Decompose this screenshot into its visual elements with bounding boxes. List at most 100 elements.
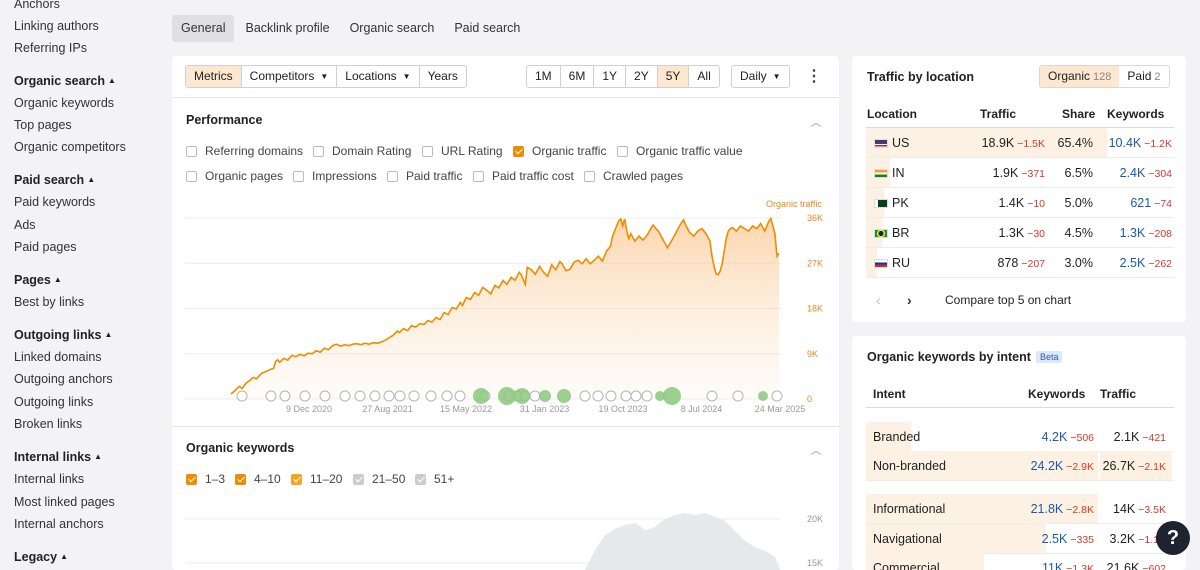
sidebar-item-organic-keywords[interactable]: Organic keywords — [14, 96, 114, 110]
legend-position-11-20[interactable]: 11–20 — [291, 472, 342, 486]
organic-toggle[interactable]: Organic 128 — [1040, 66, 1120, 87]
sidebar-item-linking-authors[interactable]: Linking authors — [14, 19, 99, 33]
metric-crawled-pages[interactable]: Crawled pages — [584, 169, 683, 183]
location-row[interactable]: PK 1.4K −10 5.0% 621 −74 — [866, 188, 1174, 218]
col-share[interactable]: Share — [1062, 107, 1095, 121]
tab-general[interactable]: General — [172, 15, 235, 42]
legend-position-4-10[interactable]: 4–10 — [235, 472, 281, 486]
sidebar-section-pages[interactable]: Pages ▲ — [14, 273, 62, 287]
keywords-link[interactable]: 11K — [1042, 561, 1063, 570]
intent-row[interactable]: Navigational 2.5K −335 3.2K −1.1K — [866, 524, 1174, 554]
paid-toggle[interactable]: Paid 2 — [1119, 66, 1168, 87]
help-button[interactable]: ? — [1156, 521, 1190, 555]
range-1y-button[interactable]: 1Y — [594, 66, 627, 87]
range-1m-button[interactable]: 1M — [527, 66, 561, 87]
col-location[interactable]: Location — [867, 107, 917, 121]
tab-paid-search[interactable]: Paid search — [445, 15, 529, 42]
keywords-link[interactable]: 24.2K — [1031, 459, 1064, 473]
range-5y-button[interactable]: 5Y — [657, 66, 690, 87]
chevron-up-icon[interactable]: ︿ — [811, 442, 821, 457]
sidebar-item-paid-keywords[interactable]: Paid keywords — [14, 195, 95, 209]
sidebar-section-organic-search[interactable]: Organic search ▲ — [14, 74, 116, 88]
metric-organic-traffic-value[interactable]: Organic traffic value — [617, 144, 743, 158]
range-6m-button[interactable]: 6M — [561, 66, 595, 87]
sidebar-item-ads[interactable]: Ads — [14, 218, 36, 232]
metric-paid-traffic[interactable]: Paid traffic — [387, 169, 462, 183]
flag-icon — [874, 229, 888, 238]
tab-backlink-profile[interactable]: Backlink profile — [236, 15, 338, 42]
col-intent[interactable]: Intent — [873, 387, 906, 401]
sidebar-section-outgoing-links[interactable]: Outgoing links ▲ — [14, 328, 112, 342]
metric-url-rating[interactable]: URL Rating — [422, 144, 503, 158]
sidebar-item-internal-anchors[interactable]: Internal anchors — [14, 517, 104, 531]
col-keywords[interactable]: Keywords — [1107, 107, 1164, 121]
sidebar-item-best-by-links[interactable]: Best by links — [14, 295, 84, 309]
metric-paid-traffic-cost[interactable]: Paid traffic cost — [473, 169, 574, 183]
location-row[interactable]: BR 1.3K −30 4.5% 1.3K −208 — [866, 218, 1174, 248]
sidebar-item-outgoing-anchors[interactable]: Outgoing anchors — [14, 372, 113, 386]
legend-position-51-plus[interactable]: 51+ — [415, 472, 454, 486]
sidebar-item-outgoing-links[interactable]: Outgoing links — [14, 395, 93, 409]
col-intent-traffic[interactable]: Traffic — [1100, 387, 1136, 401]
chevron-up-icon[interactable]: ︿ — [811, 114, 821, 129]
metric-domain-rating[interactable]: Domain Rating — [313, 144, 411, 158]
sidebar-item-most-linked-pages[interactable]: Most linked pages — [14, 495, 115, 509]
col-intent-keywords[interactable]: Keywords — [1028, 387, 1085, 401]
more-options-icon[interactable]: ⋮ — [806, 66, 822, 86]
sidebar-item-organic-competitors[interactable]: Organic competitors — [14, 140, 126, 154]
intent-traffic: 14K −3.5K — [1113, 502, 1166, 516]
location-row[interactable]: RU 878 −207 3.0% 2.5K −262 — [866, 248, 1174, 278]
keywords-delta: −304 — [1148, 168, 1172, 180]
sidebar-section-internal-links[interactable]: Internal links ▲ — [14, 450, 102, 464]
intent-label: Non-branded — [873, 459, 946, 473]
col-traffic[interactable]: Traffic — [980, 107, 1016, 121]
sidebar-item-internal-links[interactable]: Internal links — [14, 472, 84, 486]
competitors-dropdown[interactable]: Competitors ▼ — [242, 66, 338, 87]
sidebar-item-anchors[interactable]: Anchors — [14, 0, 60, 11]
location-share: 5.0% — [1064, 196, 1094, 210]
checkbox-checked-icon — [235, 473, 246, 485]
prev-page-icon[interactable]: ‹ — [876, 292, 881, 308]
tab-organic-search[interactable]: Organic search — [341, 15, 444, 42]
location-row[interactable]: US 18.9K −1.5K 65.4% 10.4K −1.2K — [866, 128, 1174, 158]
range-2y-button[interactable]: 2Y — [626, 66, 658, 87]
sidebar-section-paid-search[interactable]: Paid search ▲ — [14, 173, 95, 187]
keywords-link[interactable]: 1.3K — [1120, 226, 1146, 240]
keywords-link[interactable]: 621 — [1130, 196, 1151, 210]
legend-position-21-50[interactable]: 21–50 — [353, 472, 405, 486]
intent-row[interactable]: Informational 21.8K −2.8K 14K −3.5K — [866, 494, 1174, 524]
metric-impressions[interactable]: Impressions — [293, 169, 377, 183]
traffic-value: 878 — [997, 256, 1019, 270]
keywords-link[interactable]: 2.5K — [1042, 532, 1068, 546]
metric-organic-pages[interactable]: Organic pages — [186, 169, 283, 183]
metric-label: Organic traffic value — [636, 144, 743, 158]
intent-row[interactable]: Branded 4.2K −506 2.1K −421 — [866, 422, 1174, 452]
next-page-icon[interactable]: › — [907, 292, 912, 308]
interval-dropdown[interactable]: Daily ▼ — [731, 65, 790, 88]
sidebar-item-top-pages[interactable]: Top pages — [14, 118, 72, 132]
metric-organic-traffic[interactable]: Organic traffic — [513, 144, 606, 158]
sidebar-section-legacy[interactable]: Legacy ▲ — [14, 550, 68, 564]
sidebar-item-broken-links[interactable]: Broken links — [14, 417, 82, 431]
years-button[interactable]: Years — [420, 66, 466, 87]
range-all-button[interactable]: All — [689, 66, 718, 87]
locations-dropdown[interactable]: Locations ▼ — [337, 66, 420, 87]
metric-referring-domains[interactable]: Referring domains — [186, 144, 303, 158]
traffic-delta: −2.1K — [1138, 461, 1166, 473]
location-row[interactable]: IN 1.9K −371 6.5% 2.4K −304 — [866, 158, 1174, 188]
sidebar-item-linked-domains[interactable]: Linked domains — [14, 350, 102, 364]
compare-top5-link[interactable]: Compare top 5 on chart — [945, 293, 1071, 307]
location-code: BR — [892, 226, 910, 240]
keywords-link[interactable]: 2.4K — [1120, 166, 1146, 180]
keywords-link[interactable]: 10.4K — [1109, 136, 1142, 150]
sidebar-item-paid-pages[interactable]: Paid pages — [14, 240, 77, 254]
keywords-link[interactable]: 4.2K — [1042, 430, 1068, 444]
legend-position-1-3[interactable]: 1–3 — [186, 472, 225, 486]
intent-row[interactable]: Non-branded 24.2K −2.9K 26.7K −2.1K — [866, 451, 1174, 481]
google-update-marker — [620, 390, 632, 402]
keywords-link[interactable]: 2.5K — [1120, 256, 1146, 270]
sidebar-item-referring-ips[interactable]: Referring IPs — [14, 41, 87, 55]
intent-row[interactable]: Commercial 11K −1.3K 21.6K −602 — [866, 553, 1174, 570]
keywords-link[interactable]: 21.8K — [1031, 502, 1064, 516]
metrics-button[interactable]: Metrics — [186, 66, 242, 87]
